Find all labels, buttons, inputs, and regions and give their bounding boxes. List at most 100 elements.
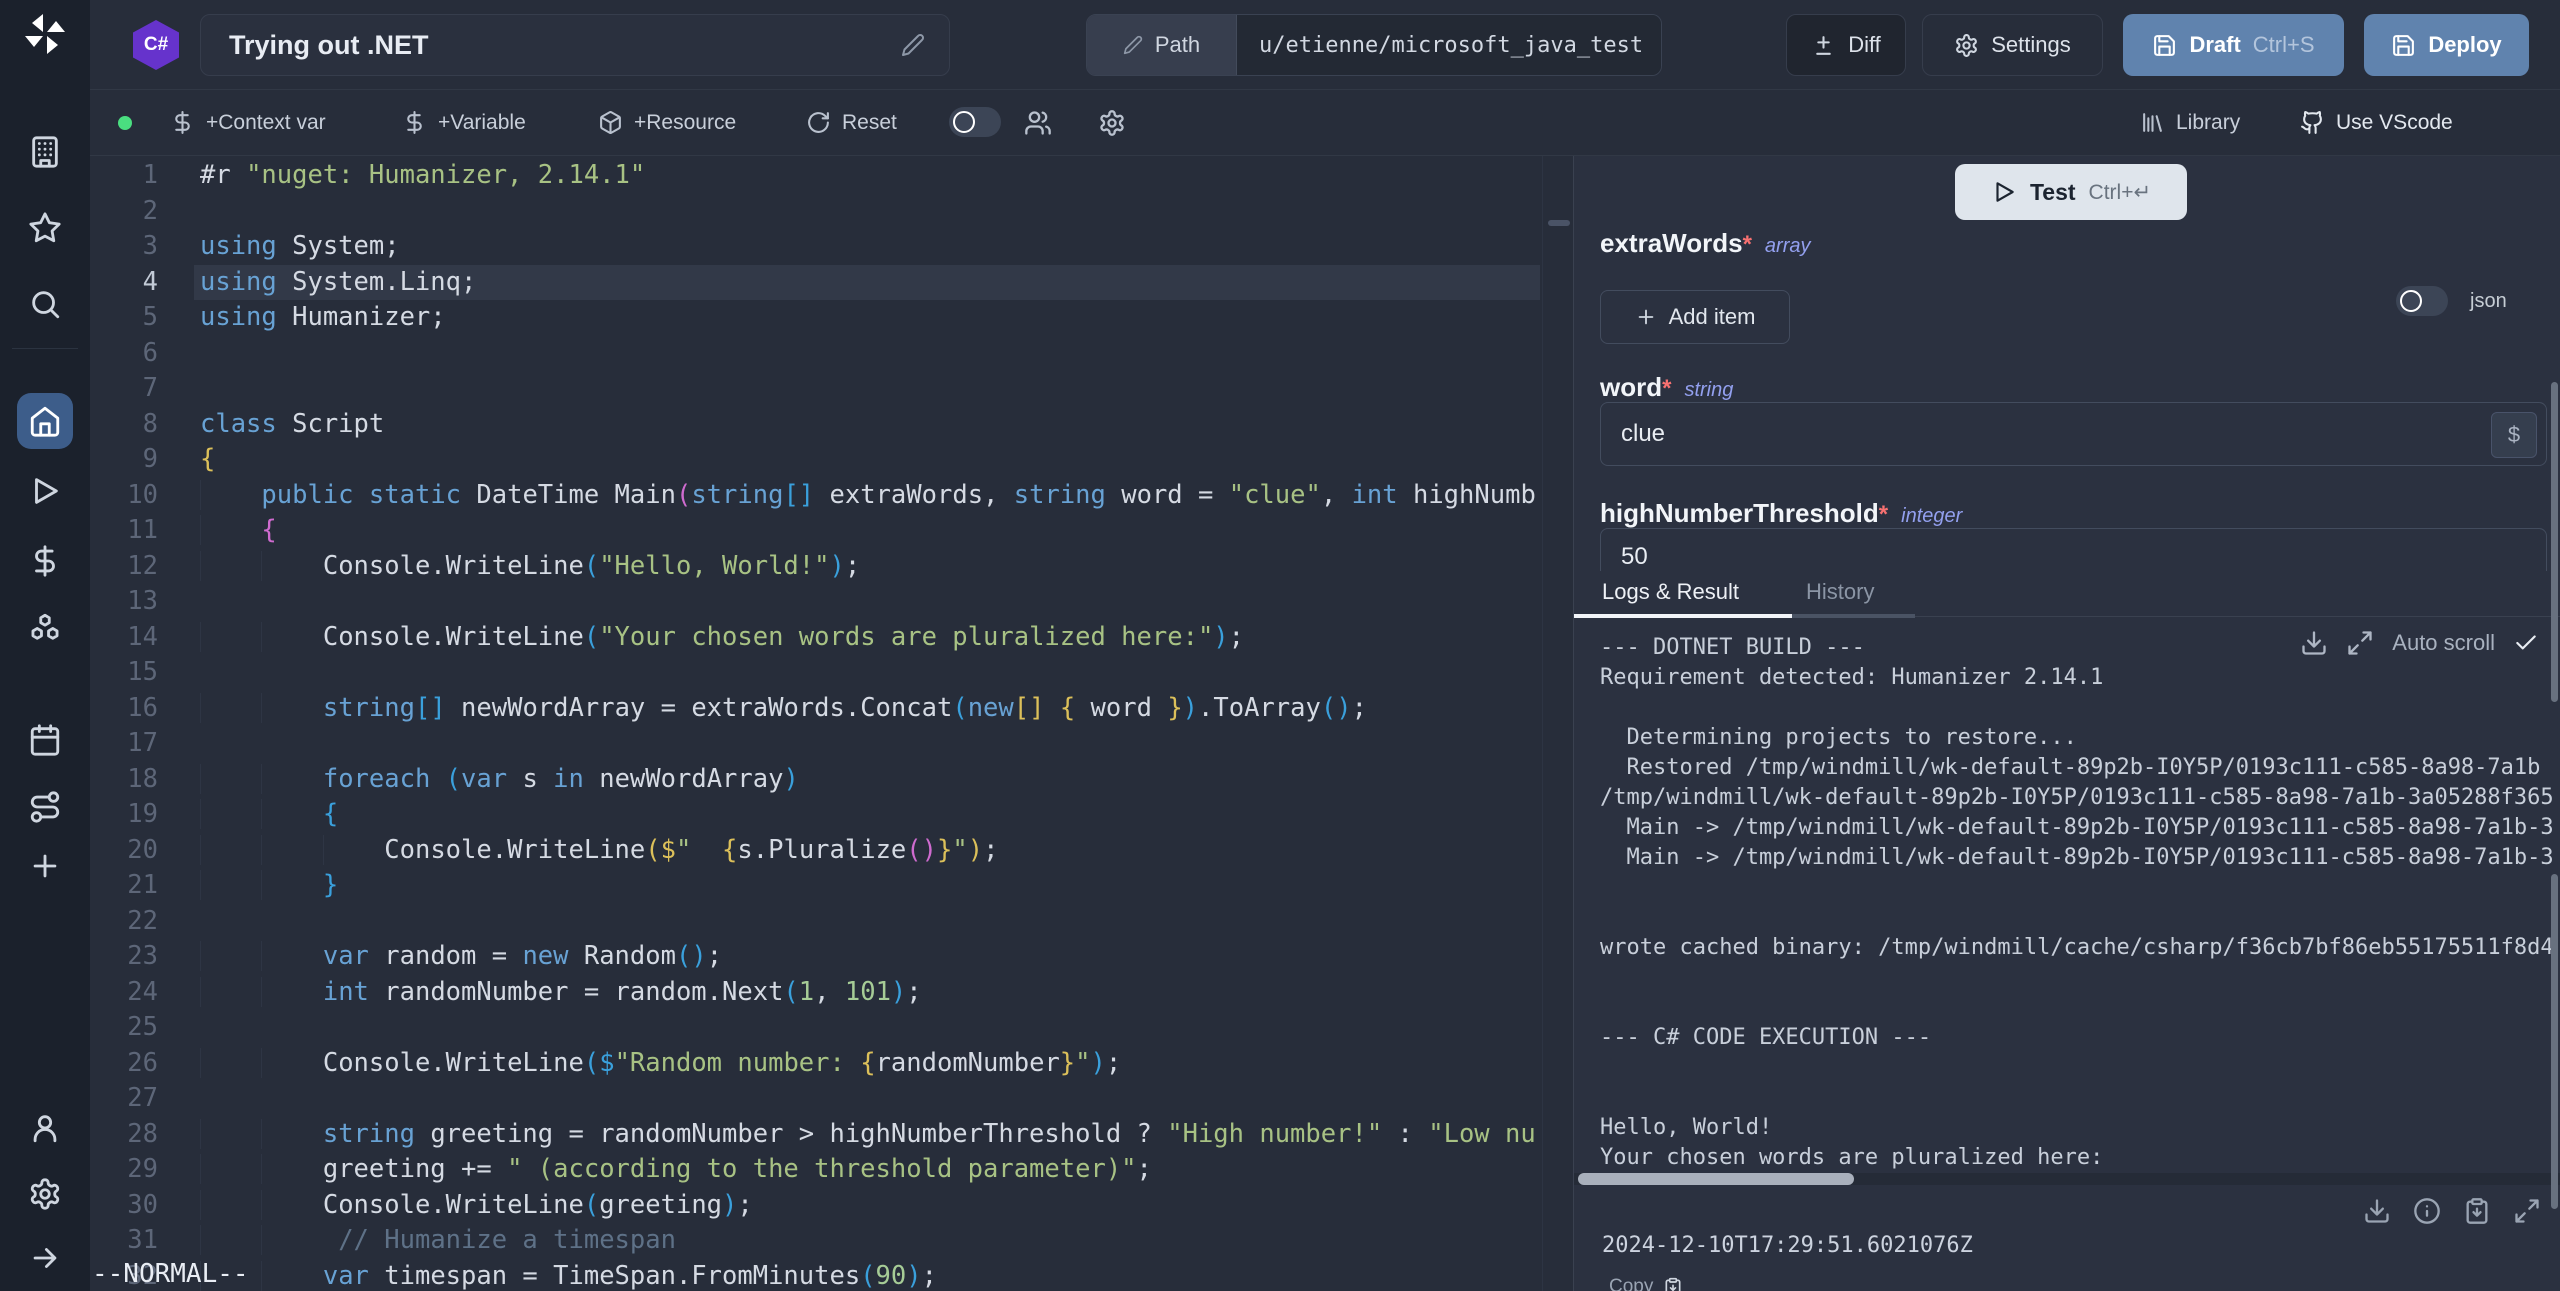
workspace-icon[interactable] xyxy=(28,135,62,169)
path-edit-button[interactable]: Path xyxy=(1087,15,1237,75)
reset-button[interactable]: Reset xyxy=(806,90,897,155)
code-line[interactable]: { xyxy=(194,797,1540,833)
code-line[interactable] xyxy=(194,1081,1540,1117)
code-line[interactable]: // Humanize a timespan xyxy=(194,1223,1540,1259)
sidebar-collapse-icon[interactable] xyxy=(28,1241,62,1275)
line-number: 25 xyxy=(90,1010,158,1046)
code-line[interactable] xyxy=(194,371,1540,407)
expand-logs-icon[interactable] xyxy=(2346,629,2374,657)
code-line[interactable] xyxy=(194,904,1540,940)
gear-icon xyxy=(1098,109,1126,137)
code-line[interactable]: string greeting = randomNumber > highNum… xyxy=(194,1117,1540,1153)
resize-handle[interactable] xyxy=(2531,450,2543,462)
tab-logs-result[interactable]: Logs & Result xyxy=(1602,579,1739,605)
code-line[interactable]: using System; xyxy=(194,229,1540,265)
code-line[interactable]: { xyxy=(194,442,1540,478)
use-vscode-button[interactable]: Use VScode xyxy=(2300,90,2453,155)
edit-title-pencil-icon[interactable] xyxy=(901,33,925,57)
copy-row[interactable]: Copy xyxy=(1609,1276,1683,1291)
favorites-star-icon[interactable] xyxy=(28,211,62,245)
clipboard-icon xyxy=(1663,1277,1683,1291)
deploy-button[interactable]: Deploy xyxy=(2364,14,2529,76)
script-title: Trying out .NET xyxy=(229,30,901,61)
vscode-octocat-icon xyxy=(2300,110,2325,135)
code-line[interactable]: Console.WriteLine("Your chosen words are… xyxy=(194,620,1540,656)
settings-button[interactable]: Settings xyxy=(1922,14,2103,76)
expand-result-icon[interactable] xyxy=(2513,1197,2541,1225)
code-line[interactable]: var random = new Random(); xyxy=(194,939,1540,975)
panel-scrollbar-thumb[interactable] xyxy=(2551,382,2558,702)
code-line[interactable] xyxy=(194,194,1540,230)
script-title-input[interactable]: Trying out .NET xyxy=(200,14,950,76)
assistant-toggle[interactable] xyxy=(949,107,1001,137)
line-number: 23 xyxy=(90,939,158,975)
log-output-area[interactable]: --- DOTNET BUILD --- Requirement detecte… xyxy=(1574,617,2560,1173)
code-line[interactable] xyxy=(194,584,1540,620)
sidebar-item-add[interactable] xyxy=(28,849,62,883)
library-button[interactable]: Library xyxy=(2140,90,2240,155)
draft-button[interactable]: Draft Ctrl+S xyxy=(2123,14,2344,76)
search-icon[interactable] xyxy=(28,287,62,321)
line-number: 19 xyxy=(90,797,158,833)
download-result-icon[interactable] xyxy=(2363,1197,2391,1225)
line-number: 12 xyxy=(90,549,158,585)
sidebar-item-flows[interactable] xyxy=(28,790,62,824)
code-line[interactable]: Console.WriteLine("Hello, World!"); xyxy=(194,549,1540,585)
sidebar-item-settings[interactable] xyxy=(28,1177,62,1211)
test-button[interactable]: Test Ctrl+↵ xyxy=(1955,164,2187,220)
download-logs-icon[interactable] xyxy=(2300,629,2328,657)
code-content[interactable]: #r "nuget: Humanizer, 2.14.1" using Syste… xyxy=(194,158,1540,1291)
line-number: 13 xyxy=(90,584,158,620)
code-line[interactable]: class Script xyxy=(194,407,1540,443)
code-line[interactable]: Console.WriteLine($"Random number: {rand… xyxy=(194,1046,1540,1082)
line-number: 21 xyxy=(90,868,158,904)
code-line[interactable]: greeting += " (according to the threshol… xyxy=(194,1152,1540,1188)
sidebar-item-runs[interactable] xyxy=(28,474,62,508)
sidebar-item-account[interactable] xyxy=(28,1111,62,1145)
line-number: 3 xyxy=(90,229,158,265)
code-line[interactable]: string[] newWordArray = extraWords.Conca… xyxy=(194,691,1540,727)
auto-scroll-checkbox[interactable] xyxy=(2513,630,2539,656)
add-variable-button[interactable]: +Variable xyxy=(402,90,526,155)
multiplayer-button[interactable] xyxy=(1024,90,1052,155)
log-scrollbar-thumb[interactable] xyxy=(2551,874,2558,1209)
tab-history[interactable]: History xyxy=(1806,579,1874,605)
code-line[interactable] xyxy=(194,336,1540,372)
code-line[interactable]: #r "nuget: Humanizer, 2.14.1" xyxy=(194,158,1540,194)
code-line[interactable]: public static DateTime Main(string[] ext… xyxy=(194,478,1540,514)
editor-settings-button[interactable] xyxy=(1098,90,1126,155)
horizontal-scrollbar-thumb[interactable] xyxy=(1578,1173,1854,1185)
info-icon[interactable] xyxy=(2413,1197,2441,1225)
code-line[interactable]: { xyxy=(194,513,1540,549)
line-number: 15 xyxy=(90,655,158,691)
code-line[interactable]: int randomNumber = random.Next(1, 101); xyxy=(194,975,1540,1011)
add-resource-button[interactable]: +Resource xyxy=(598,90,736,155)
code-line[interactable]: using Humanizer; xyxy=(194,300,1540,336)
copy-result-icon[interactable] xyxy=(2463,1197,2491,1225)
code-line[interactable]: foreach (var s in newWordArray) xyxy=(194,762,1540,798)
sidebar-item-variables[interactable] xyxy=(28,544,62,578)
code-line[interactable]: using System.Linq; xyxy=(194,265,1540,301)
code-line[interactable]: Console.WriteLine($" {s.Pluralize()}"); xyxy=(194,833,1540,869)
code-line[interactable]: var timespan = TimeSpan.FromMinutes(90); xyxy=(194,1259,1540,1291)
code-line[interactable] xyxy=(194,1010,1540,1046)
json-toggle[interactable] xyxy=(2396,286,2448,316)
add-context-var-button[interactable]: +Context var xyxy=(170,90,326,155)
code-line[interactable] xyxy=(194,726,1540,762)
minimap-slider[interactable] xyxy=(1548,220,1570,226)
code-line[interactable]: Console.WriteLine(greeting); xyxy=(194,1188,1540,1224)
windmill-logo-icon[interactable] xyxy=(21,10,69,58)
code-line[interactable] xyxy=(194,655,1540,691)
diff-button[interactable]: Diff xyxy=(1786,14,1906,76)
sidebar-item-schedules[interactable] xyxy=(28,723,62,757)
word-input-value: clue xyxy=(1621,420,1665,448)
code-editor[interactable]: 1234567891011121314151617181920212223242… xyxy=(90,156,1573,1291)
add-item-button[interactable]: Add item xyxy=(1600,290,1790,344)
line-number: 14 xyxy=(90,620,158,656)
word-input[interactable]: clue $ xyxy=(1600,402,2547,466)
sidebar-item-home[interactable] xyxy=(17,393,73,449)
threshold-input-value: 50 xyxy=(1621,543,1648,571)
code-line[interactable]: } xyxy=(194,868,1540,904)
path-field[interactable]: Path u/etienne/microsoft_java_test xyxy=(1086,14,1662,76)
sidebar-item-resources[interactable] xyxy=(28,611,62,645)
